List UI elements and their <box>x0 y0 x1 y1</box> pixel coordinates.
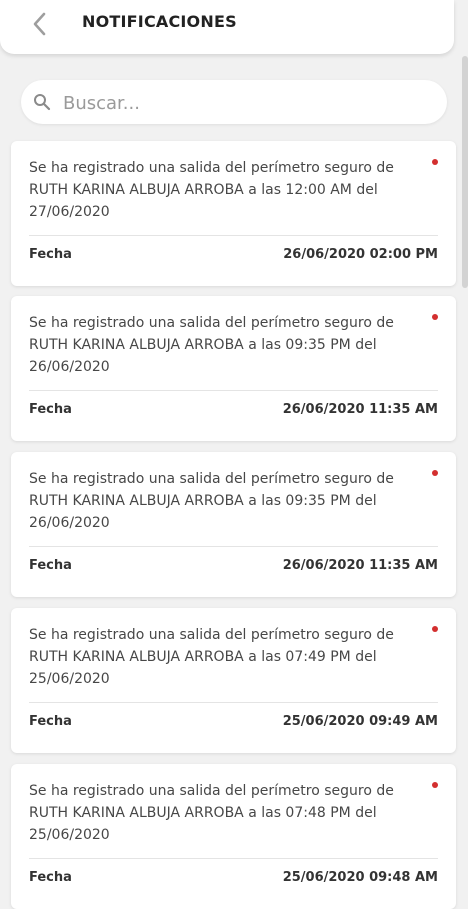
notification-card[interactable]: Se ha registrado una salida del perímetr… <box>11 452 456 597</box>
divider <box>29 702 438 703</box>
notification-date: 26/06/2020 11:35 AM <box>282 558 438 573</box>
notification-card[interactable]: Se ha registrado una salida del perímetr… <box>11 141 456 286</box>
notification-date: 26/06/2020 02:00 PM <box>283 247 438 262</box>
notification-date: 25/06/2020 09:48 AM <box>282 870 438 885</box>
page-title: NOTIFICACIONES <box>82 12 237 31</box>
date-label: Fecha <box>29 714 72 729</box>
notification-message: Se ha registrado una salida del perímetr… <box>29 783 394 843</box>
notification-card[interactable]: Se ha registrado una salida del perímetr… <box>11 608 456 753</box>
notification-card[interactable]: Se ha registrado una salida del perímetr… <box>11 764 456 909</box>
date-label: Fecha <box>29 870 72 885</box>
back-button[interactable] <box>27 10 55 38</box>
notification-message: Se ha registrado una salida del perímetr… <box>29 160 394 220</box>
notification-date: 25/06/2020 09:49 AM <box>282 714 438 729</box>
date-label: Fecha <box>29 247 72 262</box>
divider <box>29 858 438 859</box>
app-header: NOTIFICACIONES <box>0 0 454 54</box>
notification-message: Se ha registrado una salida del perímetr… <box>29 315 394 375</box>
search-bar[interactable] <box>21 80 447 124</box>
notification-card[interactable]: Se ha registrado una salida del perímetr… <box>11 296 456 441</box>
notification-date: 26/06/2020 11:35 AM <box>282 402 438 417</box>
chevron-left-icon <box>33 12 46 36</box>
notification-message: Se ha registrado una salida del perímetr… <box>29 627 394 687</box>
divider <box>29 235 438 236</box>
unread-dot-icon <box>432 470 438 476</box>
date-label: Fecha <box>29 558 72 573</box>
unread-dot-icon <box>432 782 438 788</box>
divider <box>29 390 438 391</box>
unread-dot-icon <box>432 314 438 320</box>
search-input[interactable] <box>61 86 435 120</box>
divider <box>29 546 438 547</box>
unread-dot-icon <box>432 626 438 632</box>
search-icon <box>34 94 51 111</box>
unread-dot-icon <box>432 159 438 165</box>
date-label: Fecha <box>29 402 72 417</box>
scrollbar[interactable] <box>462 56 468 288</box>
notification-message: Se ha registrado una salida del perímetr… <box>29 471 394 531</box>
